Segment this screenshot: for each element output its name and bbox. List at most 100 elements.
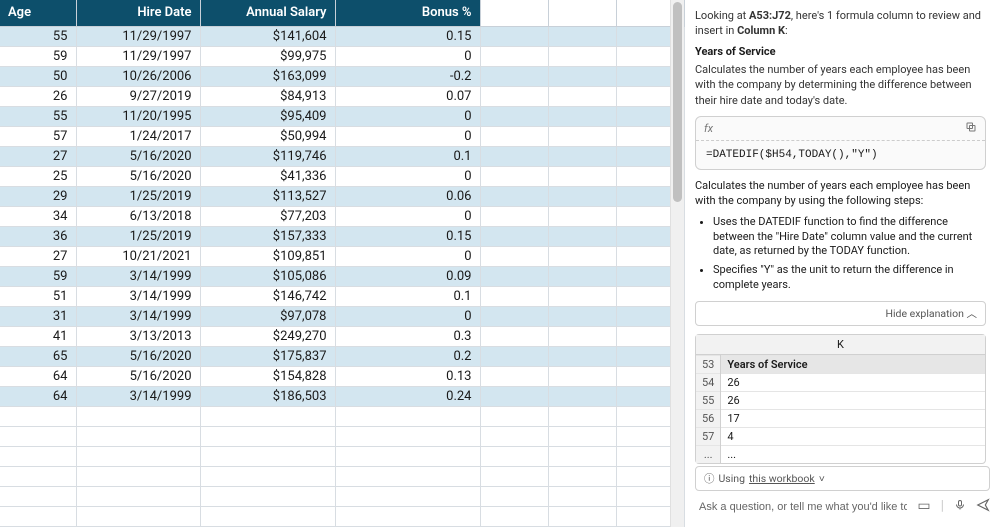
ask-input[interactable] xyxy=(695,495,911,519)
cell-empty[interactable] xyxy=(480,206,548,226)
table-row[interactable]: 5010/26/2006$163,099-0.2 xyxy=(0,66,684,86)
cell-bonus[interactable]: 0 xyxy=(335,246,480,266)
cell-empty[interactable] xyxy=(335,506,480,526)
cell-salary[interactable]: $113,527 xyxy=(200,186,335,206)
table-row[interactable]: 5911/29/1997$99,9750 xyxy=(0,46,684,66)
table-row[interactable]: 5511/20/1995$95,4090 xyxy=(0,106,684,126)
copy-icon[interactable] xyxy=(965,121,977,136)
cell-empty[interactable] xyxy=(548,126,616,146)
cell-salary[interactable]: $77,203 xyxy=(200,206,335,226)
cell-empty[interactable] xyxy=(76,506,200,526)
cell-empty[interactable] xyxy=(548,306,616,326)
cell-empty[interactable] xyxy=(0,506,76,526)
data-table[interactable]: Age Hire Date Annual Salary Bonus % 5511… xyxy=(0,0,685,527)
scrollbar-thumb[interactable] xyxy=(673,2,682,202)
cell-hire[interactable]: 3/14/1999 xyxy=(76,386,200,406)
col-header-empty[interactable] xyxy=(480,0,548,26)
mic-icon[interactable] xyxy=(954,498,966,516)
table-row[interactable]: 2710/21/2021$109,8510 xyxy=(0,246,684,266)
cell-salary[interactable]: $141,604 xyxy=(200,26,335,46)
cell-hire[interactable]: 3/14/1999 xyxy=(76,266,200,286)
cell-empty[interactable] xyxy=(548,406,616,426)
cell-salary[interactable]: $146,742 xyxy=(200,286,335,306)
cell-empty[interactable] xyxy=(200,486,335,506)
cell-empty[interactable] xyxy=(548,146,616,166)
cell-empty[interactable] xyxy=(548,106,616,126)
cell-salary[interactable]: $175,837 xyxy=(200,346,335,366)
cell-salary[interactable]: $109,851 xyxy=(200,246,335,266)
cell-salary[interactable]: $157,333 xyxy=(200,226,335,246)
cell-empty[interactable] xyxy=(548,266,616,286)
formula-text[interactable]: =DATEDIF($H54,TODAY(),"Y") xyxy=(696,141,985,169)
cell-empty[interactable] xyxy=(480,166,548,186)
cell-hire[interactable]: 1/24/2017 xyxy=(76,126,200,146)
cell-salary[interactable]: $154,828 xyxy=(200,366,335,386)
cell-age[interactable]: 59 xyxy=(0,266,76,286)
cell-empty[interactable] xyxy=(480,406,548,426)
cell-empty[interactable] xyxy=(76,486,200,506)
table-row-empty[interactable] xyxy=(0,506,684,526)
cell-bonus[interactable]: 0.07 xyxy=(335,86,480,106)
cell-bonus[interactable]: 0.15 xyxy=(335,226,480,246)
table-row-empty[interactable] xyxy=(0,486,684,506)
table-row[interactable]: 643/14/1999$186,5030.24 xyxy=(0,386,684,406)
cell-bonus[interactable]: 0.1 xyxy=(335,146,480,166)
cell-bonus[interactable]: 0.06 xyxy=(335,186,480,206)
cell-bonus[interactable]: 0.3 xyxy=(335,326,480,346)
cell-empty[interactable] xyxy=(548,506,616,526)
cell-empty[interactable] xyxy=(548,66,616,86)
table-row-empty[interactable] xyxy=(0,446,684,466)
cell-empty[interactable] xyxy=(76,466,200,486)
cell-salary[interactable]: $249,270 xyxy=(200,326,335,346)
cell-empty[interactable] xyxy=(480,246,548,266)
cell-empty[interactable] xyxy=(548,486,616,506)
cell-empty[interactable] xyxy=(480,86,548,106)
cell-empty[interactable] xyxy=(200,506,335,526)
table-row[interactable]: 645/16/2020$154,8280.13 xyxy=(0,366,684,386)
cell-empty[interactable] xyxy=(480,106,548,126)
cell-age[interactable]: 55 xyxy=(0,26,76,46)
cell-salary[interactable]: $41,336 xyxy=(200,166,335,186)
cell-empty[interactable] xyxy=(548,366,616,386)
cell-hire[interactable]: 1/25/2019 xyxy=(76,186,200,206)
cell-empty[interactable] xyxy=(548,26,616,46)
cell-empty[interactable] xyxy=(0,426,76,446)
cell-age[interactable]: 55 xyxy=(0,106,76,126)
table-row[interactable]: 346/13/2018$77,2030 xyxy=(0,206,684,226)
cell-bonus[interactable]: 0.09 xyxy=(335,266,480,286)
vertical-scrollbar[interactable] xyxy=(670,0,684,527)
cell-age[interactable]: 64 xyxy=(0,366,76,386)
cell-age[interactable]: 26 xyxy=(0,86,76,106)
table-row[interactable]: 5511/29/1997$141,6040.15 xyxy=(0,26,684,46)
cell-empty[interactable] xyxy=(200,446,335,466)
cell-empty[interactable] xyxy=(548,186,616,206)
cell-empty[interactable] xyxy=(480,286,548,306)
cell-empty[interactable] xyxy=(548,46,616,66)
cell-empty[interactable] xyxy=(548,326,616,346)
cell-empty[interactable] xyxy=(76,426,200,446)
table-row-empty[interactable] xyxy=(0,426,684,446)
cell-bonus[interactable]: 0.13 xyxy=(335,366,480,386)
cell-age[interactable]: 34 xyxy=(0,206,76,226)
cell-bonus[interactable]: 0 xyxy=(335,166,480,186)
cell-salary[interactable]: $97,078 xyxy=(200,306,335,326)
cell-bonus[interactable]: 0 xyxy=(335,126,480,146)
cell-age[interactable]: 50 xyxy=(0,66,76,86)
cell-hire[interactable]: 10/26/2006 xyxy=(76,66,200,86)
cell-bonus[interactable]: 0 xyxy=(335,306,480,326)
table-row-empty[interactable] xyxy=(0,406,684,426)
cell-salary[interactable]: $119,746 xyxy=(200,146,335,166)
col-header-bonus[interactable]: Bonus % xyxy=(335,0,480,26)
cell-empty[interactable] xyxy=(335,446,480,466)
cell-empty[interactable] xyxy=(0,446,76,466)
cell-bonus[interactable]: 0 xyxy=(335,206,480,226)
table-row[interactable]: 313/14/1999$97,0780 xyxy=(0,306,684,326)
cell-empty[interactable] xyxy=(480,446,548,466)
cell-bonus[interactable]: -0.2 xyxy=(335,66,480,86)
cell-empty[interactable] xyxy=(480,486,548,506)
cell-empty[interactable] xyxy=(480,266,548,286)
cell-empty[interactable] xyxy=(480,146,548,166)
scope-selector[interactable]: ⓘ Using this workbook ˅ xyxy=(695,466,990,491)
cell-empty[interactable] xyxy=(548,206,616,226)
table-row[interactable]: 593/14/1999$105,0860.09 xyxy=(0,266,684,286)
